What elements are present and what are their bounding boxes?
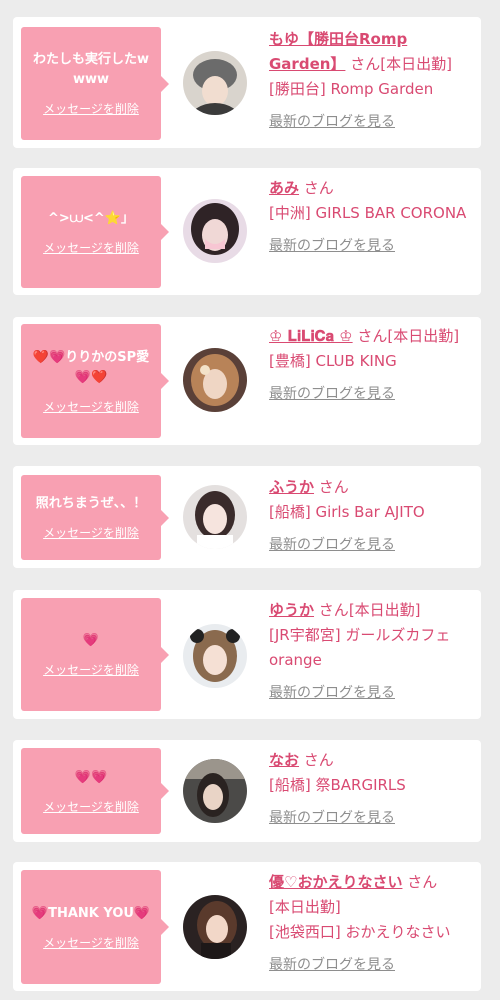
message-bubble: 照れちまうぜ、、！ メッセージを削除 — [21, 475, 169, 560]
message-text: わたしも実行したwwww — [32, 52, 149, 87]
shop-label: [勝田台] Romp Garden — [269, 80, 434, 98]
latest-blog-link[interactable]: 最新のブログを見る — [269, 382, 395, 407]
delete-message-link[interactable]: メッセージを削除 — [43, 398, 139, 415]
avatar[interactable] — [183, 895, 247, 959]
message-card: 💗THANK YOU💗 メッセージを削除 優♡おかえりなさい さん [本日出勤]… — [13, 862, 481, 991]
profile-name-link[interactable]: ふうか — [269, 478, 314, 496]
shop-label: [豊橋] CLUB KING — [269, 352, 397, 370]
message-card: 💗 メッセージを削除 ゆうか さん[本日出勤] [JR宇都宮] ガールズカフェ … — [13, 590, 481, 719]
delete-message-link[interactable]: メッセージを削除 — [43, 239, 139, 256]
shop-label: [船橋] Girls Bar AJITO — [269, 503, 425, 521]
message-text: ❤️💗りりかのSP愛💗❤️ — [32, 349, 150, 385]
message-bubble: ^>⩊<^⭐」 メッセージを削除 — [21, 176, 169, 288]
profile-info: もゆ【勝田台Romp Garden】 さん[本日出勤] [勝田台] Romp G… — [269, 27, 475, 135]
honorific-label: さん — [407, 873, 438, 891]
avatar[interactable] — [183, 51, 247, 115]
shop-label: [池袋西口] おかえりなさい — [269, 923, 451, 941]
profile-info: 優♡おかえりなさい さん [本日出勤] [池袋西口] おかえりなさい 最新のブロ… — [269, 870, 475, 978]
profile-name-link[interactable]: ♔ 𝐋𝐢𝐋𝐢𝐂𝐚 ♔ — [269, 327, 353, 345]
message-text: ^>⩊<^⭐」 — [48, 210, 134, 226]
latest-blog-link[interactable]: 最新のブログを見る — [269, 806, 395, 831]
message-card: 💗💗 メッセージを削除 なお さん [船橋] 祭BARGIRLS 最新のブログを… — [13, 740, 481, 842]
avatar[interactable] — [183, 348, 247, 412]
message-bubble: わたしも実行したwwww メッセージを削除 — [21, 27, 169, 140]
message-card: ^>⩊<^⭐」 メッセージを削除 あみ さん [中洲] GIRLS BAR CO… — [13, 168, 481, 295]
latest-blog-link[interactable]: 最新のブログを見る — [269, 681, 395, 706]
message-card: ❤️💗りりかのSP愛💗❤️ メッセージを削除 ♔ 𝐋𝐢𝐋𝐢𝐂𝐚 ♔ さん[本日出… — [13, 317, 481, 445]
honorific-label: さん — [303, 179, 334, 197]
latest-blog-link[interactable]: 最新のブログを見る — [269, 533, 395, 558]
shop-label: [中洲] GIRLS BAR CORONA — [269, 204, 467, 222]
honorific-label: さん — [350, 55, 381, 73]
latest-blog-link[interactable]: 最新のブログを見る — [269, 110, 395, 135]
profile-name-link[interactable]: ゆうか — [269, 601, 314, 619]
status-tag: [本日出勤] — [380, 55, 452, 73]
delete-message-link[interactable]: メッセージを削除 — [43, 798, 139, 815]
profile-info: あみ さん [中洲] GIRLS BAR CORONA 最新のブログを見る — [269, 176, 475, 259]
status-tag: [本日出勤] — [348, 601, 421, 619]
latest-blog-link[interactable]: 最新のブログを見る — [269, 953, 395, 978]
profile-info: ♔ 𝐋𝐢𝐋𝐢𝐂𝐚 ♔ さん[本日出勤] [豊橋] CLUB KING 最新のブロ… — [269, 324, 475, 407]
profile-info: なお さん [船橋] 祭BARGIRLS 最新のブログを見る — [269, 748, 475, 831]
honorific-label: さん — [303, 751, 334, 769]
message-list: わたしも実行したwwww メッセージを削除 もゆ【勝田台Romp Garden】… — [0, 0, 500, 1000]
latest-blog-link[interactable]: 最新のブログを見る — [269, 234, 395, 259]
message-text: 照れちまうぜ、、！ — [35, 496, 147, 511]
delete-message-link[interactable]: メッセージを削除 — [43, 524, 139, 541]
status-tag: [本日出勤] — [387, 327, 460, 345]
honorific-label: さん — [318, 478, 349, 496]
profile-info: ゆうか さん[本日出勤] [JR宇都宮] ガールズカフェ orange 最新のブ… — [269, 598, 475, 706]
message-bubble: 💗💗 メッセージを削除 — [21, 748, 169, 834]
message-bubble: ❤️💗りりかのSP愛💗❤️ メッセージを削除 — [21, 324, 169, 438]
delete-message-link[interactable]: メッセージを削除 — [43, 100, 139, 117]
delete-message-link[interactable]: メッセージを削除 — [43, 934, 139, 951]
message-card: 照れちまうぜ、、！ メッセージを削除 ふうか さん [船橋] Girls Bar… — [13, 466, 481, 568]
shop-label: [JR宇都宮] ガールズカフェ orange — [269, 626, 451, 669]
profile-name-link[interactable]: 優♡おかえりなさい — [269, 873, 402, 891]
profile-info: ふうか さん [船橋] Girls Bar AJITO 最新のブログを見る — [269, 475, 475, 558]
message-bubble: 💗 メッセージを削除 — [21, 598, 169, 711]
message-text: 💗💗 — [74, 769, 108, 785]
shop-label: [船橋] 祭BARGIRLS — [269, 776, 406, 794]
profile-name-link[interactable]: なお — [269, 751, 299, 769]
status-tag: [本日出勤] — [269, 898, 341, 916]
avatar[interactable] — [183, 624, 247, 688]
avatar[interactable] — [183, 199, 247, 263]
honorific-label: さん — [318, 601, 349, 619]
message-text: 💗THANK YOU💗 — [31, 905, 151, 921]
profile-name-link[interactable]: あみ — [269, 179, 299, 197]
message-text: 💗 — [82, 633, 100, 648]
delete-message-link[interactable]: メッセージを削除 — [43, 661, 139, 678]
honorific-label: さん — [357, 327, 388, 345]
message-card: わたしも実行したwwww メッセージを削除 もゆ【勝田台Romp Garden】… — [13, 17, 481, 148]
avatar[interactable] — [183, 759, 247, 823]
avatar[interactable] — [183, 485, 247, 549]
message-bubble: 💗THANK YOU💗 メッセージを削除 — [21, 870, 169, 984]
